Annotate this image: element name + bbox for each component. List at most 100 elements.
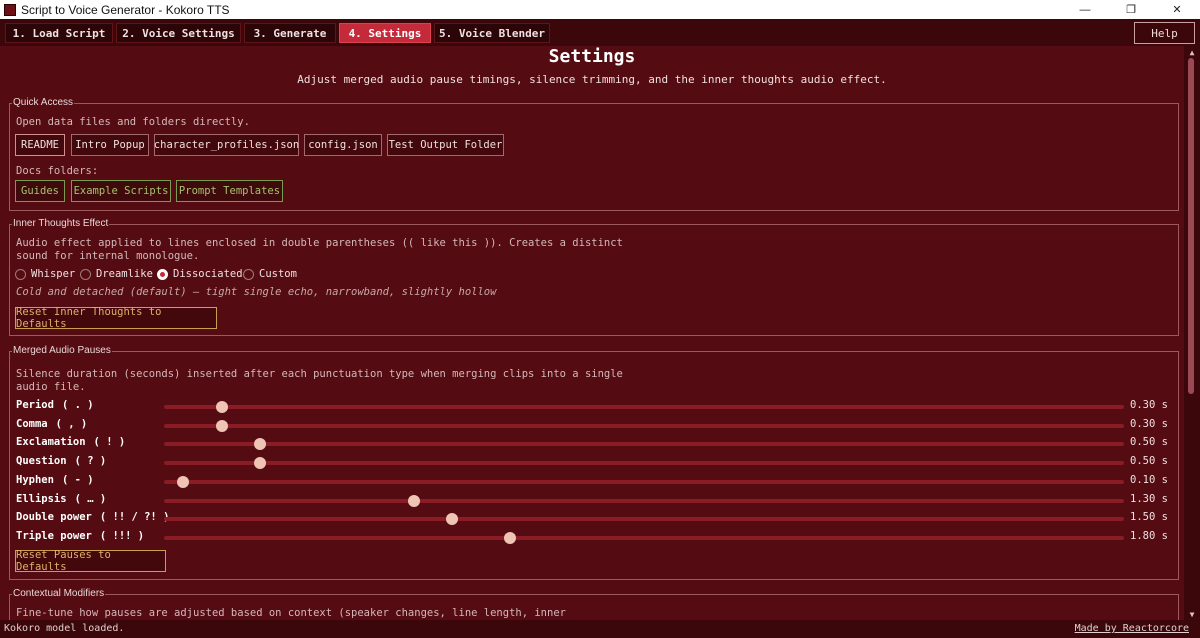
pause-label-group: Ellipsis ( … ) bbox=[16, 493, 106, 505]
tab-bar: 1. Load Script 2. Voice Settings 3. Gene… bbox=[0, 19, 1200, 46]
pause-slider[interactable] bbox=[164, 401, 1124, 413]
pause-label: Double power bbox=[16, 511, 92, 524]
pause-value: 1.80 s bbox=[1130, 529, 1168, 542]
credit-link[interactable]: Made by Reactorcore bbox=[1075, 623, 1189, 634]
merged-pauses-desc-line2: audio file. bbox=[16, 381, 86, 393]
pause-value: 0.50 s bbox=[1130, 455, 1168, 468]
docs-folders-label: Docs folders: bbox=[16, 165, 99, 177]
close-button[interactable]: ✕ bbox=[1154, 0, 1200, 19]
tab-settings[interactable]: 4. Settings bbox=[339, 23, 431, 43]
radio-label: Dissociated bbox=[173, 268, 243, 280]
tab-voice-settings[interactable]: 2. Voice Settings bbox=[116, 23, 241, 43]
pause-row: Hyphen ( - ) 0.10 s bbox=[16, 473, 1176, 489]
slider-thumb[interactable] bbox=[177, 475, 190, 488]
slider-thumb[interactable] bbox=[254, 457, 266, 470]
radio-label: Dreamlike bbox=[96, 268, 153, 280]
inner-thoughts-desc-line2: sound for internal monologue. bbox=[16, 250, 200, 262]
radio-label: Custom bbox=[259, 268, 297, 280]
pause-value: 0.30 s bbox=[1130, 399, 1168, 411]
pause-value: 0.50 s bbox=[1130, 436, 1168, 449]
inner-thoughts-preset-note: Cold and detached (default) — tight sing… bbox=[16, 286, 497, 298]
pause-label: Comma bbox=[16, 417, 48, 430]
pause-symbol: ( . ) bbox=[61, 399, 94, 411]
slider-thumb[interactable] bbox=[215, 419, 228, 432]
slider-thumb[interactable] bbox=[446, 513, 458, 526]
pause-row: Question ( ? ) 0.50 s bbox=[16, 454, 1176, 470]
quick-access-desc: Open data files and folders directly. bbox=[16, 116, 250, 128]
pause-row: Triple power ( !!! ) 1.80 s bbox=[16, 529, 1176, 545]
window-titlebar: Script to Voice Generator - Kokoro TTS —… bbox=[0, 0, 1200, 19]
pause-label-group: Triple power ( !!! ) bbox=[16, 530, 144, 542]
scroll-up-icon[interactable]: ▲ bbox=[1184, 46, 1200, 58]
page-subtitle: Adjust merged audio pause timings, silen… bbox=[297, 73, 887, 86]
pause-label: Question bbox=[16, 455, 67, 468]
radio-dreamlike[interactable]: Dreamlike bbox=[80, 268, 153, 280]
readme-button[interactable]: README bbox=[15, 134, 65, 156]
pause-slider[interactable] bbox=[164, 494, 1124, 507]
contextual-modifiers-label: Contextual Modifiers bbox=[12, 588, 106, 599]
slider-thumb[interactable] bbox=[503, 531, 516, 544]
pause-label-group: Question ( ? ) bbox=[16, 455, 106, 467]
pause-row: Ellipsis ( … ) 1.30 s bbox=[16, 492, 1176, 508]
merged-pauses-desc-line1: Silence duration (seconds) inserted afte… bbox=[16, 368, 623, 380]
contextual-modifiers-desc: Fine-tune how pauses are adjusted based … bbox=[16, 607, 566, 619]
radio-indicator bbox=[15, 268, 26, 280]
inner-thoughts-desc-line1: Audio effect applied to lines enclosed i… bbox=[16, 237, 623, 249]
guides-button[interactable]: Guides bbox=[15, 180, 65, 202]
vertical-scrollbar[interactable]: ▲ ▼ bbox=[1184, 46, 1200, 620]
contextual-modifiers-group: Contextual Modifiers Fine-tune how pause… bbox=[9, 588, 1179, 620]
tab-generate[interactable]: 3. Generate bbox=[244, 23, 336, 43]
pause-slider[interactable] bbox=[164, 475, 1124, 488]
pause-label-group: Exclamation ( ! ) bbox=[16, 436, 125, 448]
pause-slider[interactable] bbox=[164, 513, 1124, 526]
reset-inner-thoughts-button[interactable]: Reset Inner Thoughts to Defaults bbox=[15, 306, 217, 330]
pause-label-group: Comma ( , ) bbox=[16, 418, 87, 430]
radio-whisper[interactable]: Whisper bbox=[15, 268, 75, 280]
pause-slider[interactable] bbox=[164, 438, 1124, 451]
reset-pauses-button[interactable]: Reset Pauses to Defaults bbox=[15, 549, 166, 573]
radio-label: Whisper bbox=[31, 268, 76, 280]
pause-label: Period bbox=[16, 399, 54, 411]
scrollbar-thumb[interactable] bbox=[1188, 58, 1194, 394]
pause-value: 1.30 s bbox=[1130, 492, 1168, 505]
pause-slider[interactable] bbox=[164, 419, 1124, 432]
pause-label: Ellipsis bbox=[16, 492, 67, 505]
pause-symbol: ( , ) bbox=[55, 417, 88, 430]
test-output-folder-button[interactable]: Test Output Folder bbox=[387, 134, 504, 156]
pause-row: Exclamation ( ! ) 0.50 s bbox=[16, 435, 1176, 451]
slider-thumb[interactable] bbox=[254, 438, 266, 451]
minimize-button[interactable]: — bbox=[1062, 0, 1108, 19]
window-title: Script to Voice Generator - Kokoro TTS bbox=[21, 2, 230, 17]
slider-thumb[interactable] bbox=[215, 401, 228, 413]
pause-symbol: ( … ) bbox=[74, 492, 107, 505]
quick-access-label: Quick Access bbox=[12, 97, 75, 108]
pause-row: Double power ( !! / ?! ) 1.50 s bbox=[16, 510, 1176, 526]
example-scripts-button[interactable]: Example Scripts bbox=[71, 180, 171, 202]
radio-dissociated[interactable]: Dissociated bbox=[157, 268, 243, 280]
pause-symbol: ( ? ) bbox=[74, 455, 107, 468]
tab-load-script[interactable]: 1. Load Script bbox=[5, 23, 113, 43]
scroll-down-icon[interactable]: ▼ bbox=[1184, 608, 1200, 620]
pause-label-group: Hyphen ( - ) bbox=[16, 474, 94, 486]
slider-thumb[interactable] bbox=[407, 494, 420, 507]
pause-label-group: Double power ( !! / ?! ) bbox=[16, 511, 169, 523]
config-json-button[interactable]: config.json bbox=[304, 134, 382, 156]
help-button[interactable]: Help bbox=[1134, 22, 1195, 44]
merged-pauses-group: Merged Audio Pauses Silence duration (se… bbox=[9, 345, 1179, 580]
tab-voice-blender[interactable]: 5. Voice Blender bbox=[434, 23, 550, 43]
maximize-button[interactable]: ❐ bbox=[1108, 0, 1154, 19]
pause-slider[interactable] bbox=[164, 531, 1124, 544]
radio-indicator-selected bbox=[157, 268, 168, 280]
app-icon bbox=[4, 3, 16, 16]
radio-custom[interactable]: Custom bbox=[243, 268, 297, 280]
pause-slider[interactable] bbox=[164, 457, 1124, 470]
pause-value: 0.10 s bbox=[1130, 473, 1168, 486]
intro-popup-button[interactable]: Intro Popup bbox=[71, 134, 149, 156]
character-profiles-button[interactable]: character_profiles.json bbox=[154, 134, 299, 156]
status-text: Kokoro model loaded. bbox=[4, 623, 125, 634]
prompt-templates-button[interactable]: Prompt Templates bbox=[176, 180, 283, 202]
pause-label: Triple power bbox=[16, 529, 92, 542]
pause-row: Comma ( , ) 0.30 s bbox=[16, 417, 1176, 433]
page-title: Settings bbox=[548, 46, 636, 67]
pause-row: Period ( . ) 0.30 s bbox=[16, 398, 1176, 414]
